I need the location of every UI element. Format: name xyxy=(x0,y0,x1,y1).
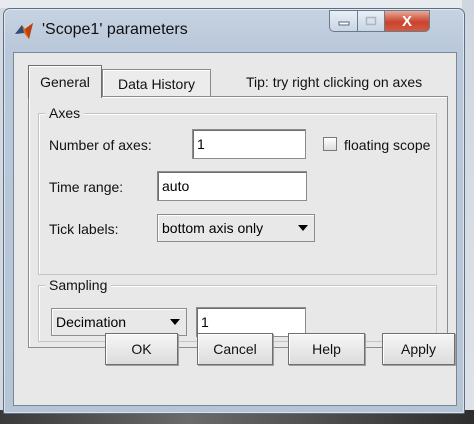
title-bar[interactable]: 'Scope1' parameters X xyxy=(4,9,464,49)
close-button[interactable]: X xyxy=(384,10,430,32)
floating-scope-label: floating scope xyxy=(344,137,431,153)
matlab-logo-icon xyxy=(15,23,33,39)
ok-button[interactable]: OK xyxy=(105,333,178,365)
axes-group-title: Axes xyxy=(45,105,85,121)
chevron-down-icon xyxy=(292,215,314,241)
apply-button[interactable]: Apply xyxy=(382,333,455,365)
close-icon: X xyxy=(401,12,412,30)
window-title: 'Scope1' parameters xyxy=(42,21,188,38)
general-tab-panel: Axes Number of axes: 1 floating scope Ti… xyxy=(28,96,448,348)
floating-scope-checkbox[interactable] xyxy=(323,137,337,151)
maximize-button[interactable] xyxy=(357,10,384,32)
cancel-button[interactable]: Cancel xyxy=(197,333,273,365)
number-of-axes-field[interactable]: 1 xyxy=(192,129,306,159)
sampling-mode-dropdown[interactable]: Decimation xyxy=(51,308,187,336)
sampling-mode-value: Decimation xyxy=(56,314,127,330)
help-button[interactable]: Help xyxy=(288,333,365,365)
chevron-down-icon xyxy=(164,309,186,335)
tick-labels-value: bottom axis only xyxy=(162,220,264,236)
scope-parameters-dialog: 'Scope1' parameters X General Data Histo… xyxy=(3,8,465,414)
tab-data-history-label: Data History xyxy=(117,76,196,92)
tab-general[interactable]: General xyxy=(28,65,102,98)
tab-general-label: General xyxy=(40,74,90,90)
tip-text: Tip: try right clicking on axes xyxy=(246,74,423,90)
tick-labels-dropdown[interactable]: bottom axis only xyxy=(157,214,315,242)
minimize-icon xyxy=(338,21,349,26)
time-range-field[interactable]: auto xyxy=(157,171,307,201)
tick-labels-label: Tick labels: xyxy=(49,221,119,237)
time-range-label: Time range: xyxy=(49,179,124,195)
sampling-group-title: Sampling xyxy=(45,277,112,293)
minimize-button[interactable] xyxy=(329,10,357,32)
maximize-icon xyxy=(365,16,377,26)
number-of-axes-label: Number of axes: xyxy=(49,137,152,153)
desktop-background-top xyxy=(0,0,474,8)
tab-data-history[interactable]: Data History xyxy=(102,69,211,98)
